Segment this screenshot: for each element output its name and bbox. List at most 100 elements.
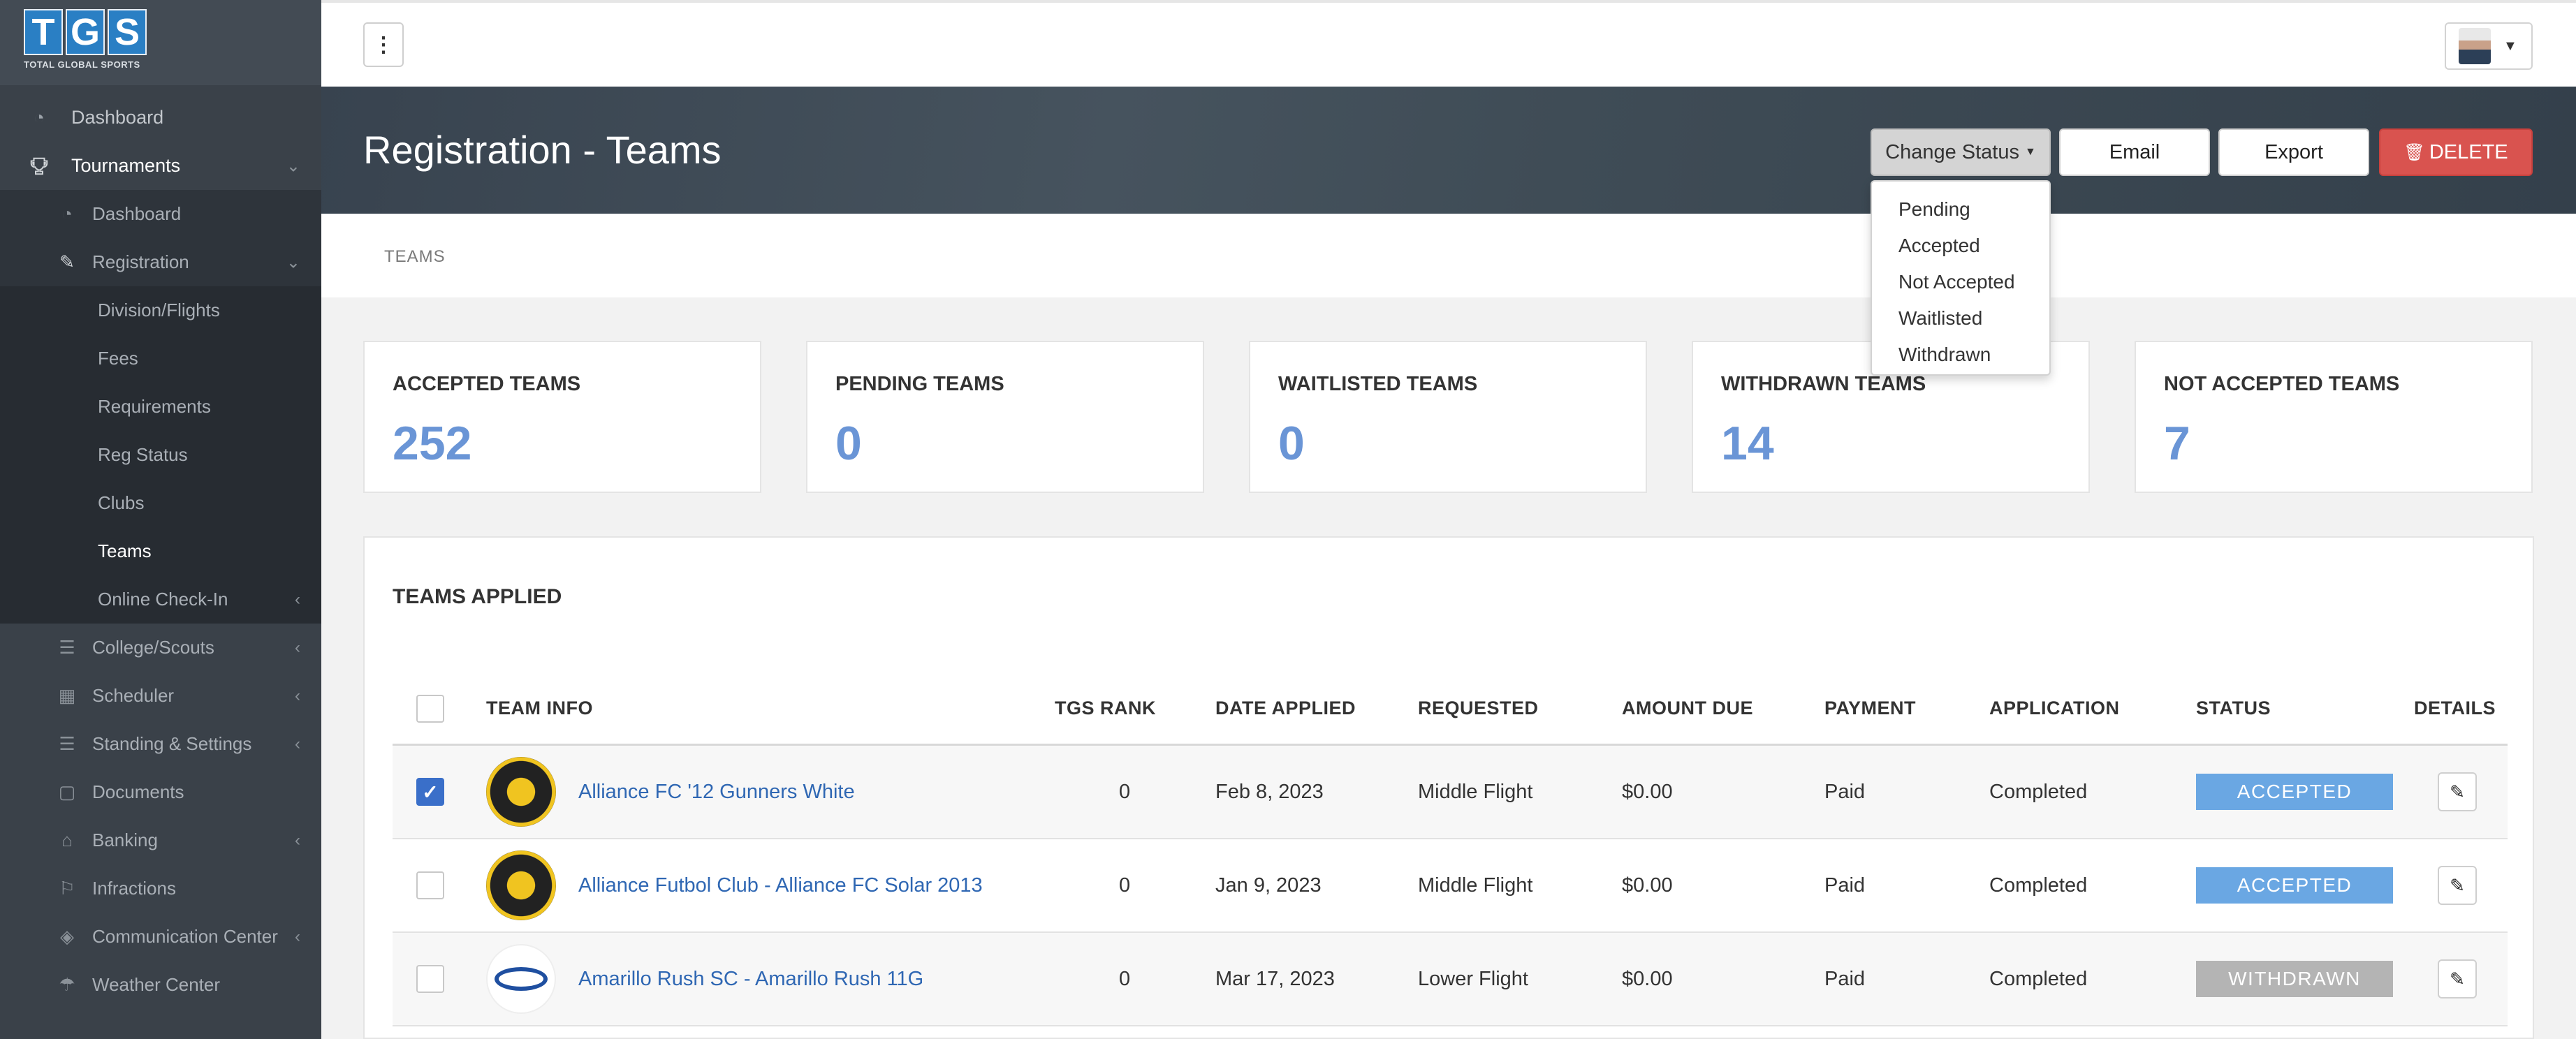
team-name-link[interactable]: Amarillo Rush SC - Amarillo Rush 11G	[578, 968, 923, 991]
export-button[interactable]: Export	[2218, 128, 2369, 176]
status-option-not-accepted[interactable]: Not Accepted	[1872, 264, 2049, 300]
sidebar-item-infractions[interactable]: ⚐ Infractions	[0, 864, 321, 913]
stat-card-accepted: ACCEPTED TEAMS 252	[363, 341, 761, 493]
sidebar-item-label: College/Scouts	[92, 637, 214, 658]
column-header[interactable]: STATUS	[2196, 673, 2271, 744]
column-header[interactable]: REQUESTED	[1418, 673, 1539, 744]
stat-label: ACCEPTED TEAMS	[393, 373, 581, 395]
sidebar-item-division-flights[interactable]: Division/Flights	[0, 286, 321, 334]
table-header-row: TEAM INFO TGS RANK DATE APPLIED REQUESTE…	[393, 673, 2508, 746]
user-menu-button[interactable]: ▼	[2445, 22, 2533, 70]
stat-card-waitlisted: WAITLISTED TEAMS 0	[1249, 341, 1647, 493]
top-bar: ⋮ ▼	[321, 0, 2576, 87]
caret-down-icon: ▼	[2025, 146, 2036, 158]
column-header[interactable]: PAYMENT	[1824, 673, 1916, 744]
stat-card-pending: PENDING TEAMS 0	[806, 341, 1204, 493]
email-button[interactable]: Email	[2059, 128, 2210, 176]
column-header[interactable]: TEAM INFO	[486, 673, 593, 744]
avatar	[2459, 28, 2491, 64]
tgs-rank-cell: 0	[1119, 780, 1131, 803]
sidebar-item-documents[interactable]: ▢ Documents	[0, 768, 321, 816]
row-checkbox[interactable]	[416, 965, 444, 993]
column-header[interactable]: APPLICATION	[1989, 673, 2120, 744]
sidebar-item-banking[interactable]: ⌂ Banking ‹	[0, 816, 321, 864]
tournaments-submenu: ◔ Dashboard ✎ Registration ⌄	[0, 190, 321, 286]
sidebar-item-fees[interactable]: Fees	[0, 334, 321, 383]
stat-value: 7	[2164, 417, 2190, 470]
sidebar-item-tournament-dashboard[interactable]: ◔ Dashboard	[0, 190, 321, 238]
team-name-link[interactable]: Alliance FC '12 Gunners White	[578, 781, 855, 804]
column-header[interactable]: AMOUNT DUE	[1622, 673, 1753, 744]
column-header[interactable]: DETAILS	[2414, 673, 2496, 744]
select-all-cell	[416, 673, 444, 744]
sidebar-item-scheduler[interactable]: ▦ Scheduler ‹	[0, 672, 321, 720]
edit-details-button[interactable]: ✎	[2438, 772, 2477, 811]
sidebar-item-label: Scheduler	[92, 685, 175, 706]
edit-details-button[interactable]: ✎	[2438, 866, 2477, 905]
logo-letter: G	[66, 9, 105, 55]
sidebar: T G S TOTAL GLOBAL SPORTS ◔ Dashboard To…	[0, 0, 321, 1039]
sidebar-item-registration[interactable]: ✎ Registration ⌄	[0, 238, 321, 286]
change-status-dropdown: Pending Accepted Not Accepted Waitlisted…	[1871, 180, 2051, 376]
column-header[interactable]: DATE APPLIED	[1215, 673, 1356, 744]
sidebar-item-standing-settings[interactable]: ☰ Standing & Settings ‹	[0, 720, 321, 768]
more-options-button[interactable]: ⋮	[363, 22, 404, 67]
status-option-accepted[interactable]: Accepted	[1872, 228, 2049, 264]
row-checkbox[interactable]: ✓	[416, 778, 444, 806]
sidebar-item-online-check-in[interactable]: Online Check-In ‹	[0, 575, 321, 624]
chevron-left-icon: ‹	[295, 734, 300, 753]
sidebar-item-requirements[interactable]: Requirements	[0, 383, 321, 431]
umbrella-icon: ☂	[59, 974, 75, 995]
sidebar-item-label: Registration	[92, 251, 189, 272]
breadcrumb[interactable]: TEAMS	[384, 247, 446, 267]
layers-icon: ◈	[60, 926, 74, 947]
logo-letter: T	[24, 9, 63, 55]
sidebar-item-tournaments[interactable]: Tournaments ⌄	[0, 142, 321, 190]
status-option-pending[interactable]: Pending	[1872, 191, 2049, 228]
stat-label: WITHDRAWN TEAMS	[1721, 373, 1926, 395]
select-all-checkbox[interactable]	[416, 694, 444, 723]
teams-applied-title: TEAMS APPLIED	[393, 585, 562, 608]
sidebar-item-weather-center[interactable]: ☂ Weather Center	[0, 961, 321, 1009]
sidebar-item-reg-status[interactable]: Reg Status	[0, 431, 321, 479]
list-icon: ☰	[59, 637, 75, 658]
sidebar-item-teams[interactable]: Teams	[0, 527, 321, 575]
teams-table: TEAM INFO TGS RANK DATE APPLIED REQUESTE…	[393, 673, 2508, 1026]
sidebar-nav: ◔ Dashboard Tournaments ⌄	[0, 94, 321, 190]
change-status-button[interactable]: Change Status ▼	[1871, 128, 2051, 176]
row-checkbox[interactable]	[416, 871, 444, 899]
edit-square-icon: ✎	[59, 251, 75, 272]
tgs-rank-cell: 0	[1119, 967, 1131, 990]
stat-value: 0	[1278, 417, 1305, 470]
sidebar-item-label: Division/Flights	[98, 300, 220, 320]
calendar-grid-icon: ▦	[58, 685, 76, 706]
registration-submenu: Division/Flights Fees Requirements Reg S…	[0, 286, 321, 624]
application-cell: Completed	[1989, 780, 2088, 803]
delete-button[interactable]: 🗑 DELETE	[2379, 128, 2533, 176]
dashboard-gauge-icon: ◔	[61, 203, 73, 224]
sidebar-item-label: Requirements	[98, 396, 211, 417]
flag-icon: ⚐	[59, 878, 75, 899]
chevron-down-icon: ⌄	[286, 253, 300, 272]
status-option-withdrawn[interactable]: Withdrawn	[1872, 337, 2049, 373]
application-cell: Completed	[1989, 967, 2088, 990]
sidebar-item-clubs[interactable]: Clubs	[0, 479, 321, 527]
team-name-link[interactable]: Alliance Futbol Club - Alliance FC Solar…	[578, 874, 983, 897]
sidebar-item-label: Banking	[92, 830, 158, 850]
sidebar-item-communication-center[interactable]: ◈ Communication Center ‹	[0, 913, 321, 961]
status-option-waitlisted[interactable]: Waitlisted	[1872, 300, 2049, 337]
tgs-logo[interactable]: T G S TOTAL GLOBAL SPORTS	[24, 9, 151, 76]
edit-details-button[interactable]: ✎	[2438, 959, 2477, 999]
sidebar-item-label: Online Check-In	[98, 589, 228, 610]
sidebar-item-college-scouts[interactable]: ☰ College/Scouts ‹	[0, 624, 321, 672]
sidebar-item-label: Infractions	[92, 878, 176, 899]
status-badge: WITHDRAWN	[2196, 961, 2393, 997]
table-row: Amarillo Rush SC - Amarillo Rush 11G 0 M…	[393, 933, 2508, 1026]
status-cell: ACCEPTED	[2196, 746, 2393, 838]
stat-value: 14	[1721, 417, 1774, 470]
sidebar-item-label: Communication Center	[92, 926, 278, 947]
chevron-down-icon: ⌄	[286, 156, 300, 175]
column-header[interactable]: TGS RANK	[1055, 673, 1156, 744]
stat-card-not-accepted: NOT ACCEPTED TEAMS 7	[2135, 341, 2533, 493]
sidebar-item-dashboard[interactable]: ◔ Dashboard	[0, 94, 321, 142]
